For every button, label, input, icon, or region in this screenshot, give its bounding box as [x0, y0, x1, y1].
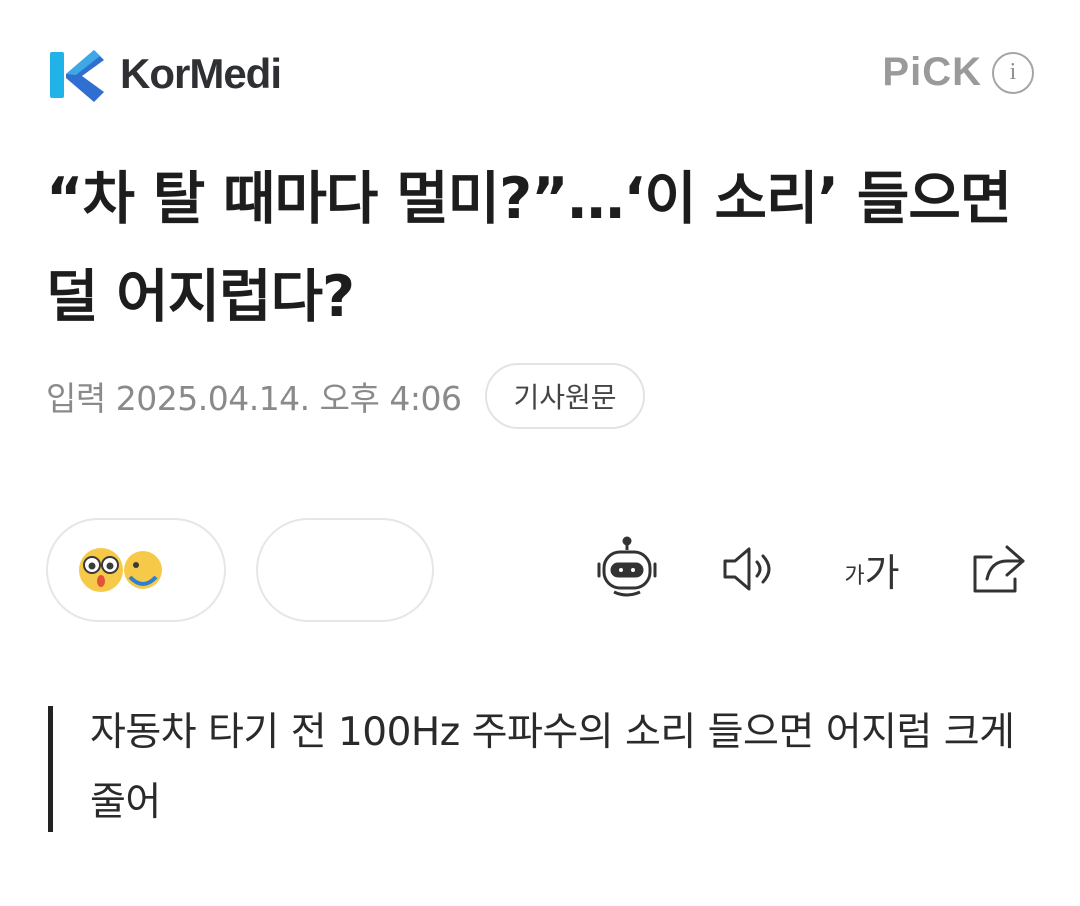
- pick-badge: PiCK i: [882, 50, 1034, 95]
- article-page: KorMedi PiCK i “차 탈 때마다 멀미?”…‘이 소리’ 들으면 …: [0, 0, 1080, 906]
- share-icon: [973, 545, 1025, 593]
- share-button[interactable]: [966, 536, 1030, 602]
- summary-quote-bar: [48, 706, 53, 832]
- surprised-face-icon: [79, 548, 123, 592]
- robot-icon: [597, 536, 657, 597]
- font-size-button[interactable]: 가 가: [836, 536, 908, 602]
- original-article-button[interactable]: 기사원문: [485, 363, 645, 429]
- date-value: 2025.04.14. 오후 4:06: [115, 379, 462, 418]
- summary-text: 자동차 타기 전 100Hz 주파수의 소리 들으면 어지럼 크게 줄어: [90, 710, 1015, 825]
- speaker-icon: [723, 547, 771, 591]
- logo-wordmark: KorMedi: [120, 50, 282, 97]
- kormedi-logo[interactable]: KorMedi: [48, 44, 282, 106]
- kormedi-logo-mark-icon: [50, 50, 104, 102]
- font-size-small-label: 가: [844, 564, 865, 589]
- article-summary: 자동차 타기 전 100Hz 주파수의 소리 들으면 어지럼 크게 줄어: [48, 706, 1038, 832]
- reaction-button[interactable]: [46, 518, 226, 622]
- recommend-button[interactable]: [256, 518, 434, 622]
- pick-label: PiCK: [882, 50, 982, 94]
- published-date: 입력 2025.04.14. 오후 4:06: [46, 372, 462, 420]
- article-title: “차 탈 때마다 멀미?”…‘이 소리’ 들으면 덜 어지럽다?: [46, 166, 1012, 330]
- text-to-speech-button[interactable]: [718, 536, 780, 602]
- font-size-large-label: 가: [864, 550, 900, 595]
- ai-summary-bot-button[interactable]: [592, 536, 662, 602]
- smiling-face-icon: [124, 551, 162, 589]
- article-meta: 입력 2025.04.14. 오후 4:06 기사원문: [46, 362, 645, 430]
- kormedi-logo-text: KorMedi: [120, 50, 282, 97]
- info-button[interactable]: i: [992, 51, 1034, 94]
- date-label: 입력: [46, 379, 106, 418]
